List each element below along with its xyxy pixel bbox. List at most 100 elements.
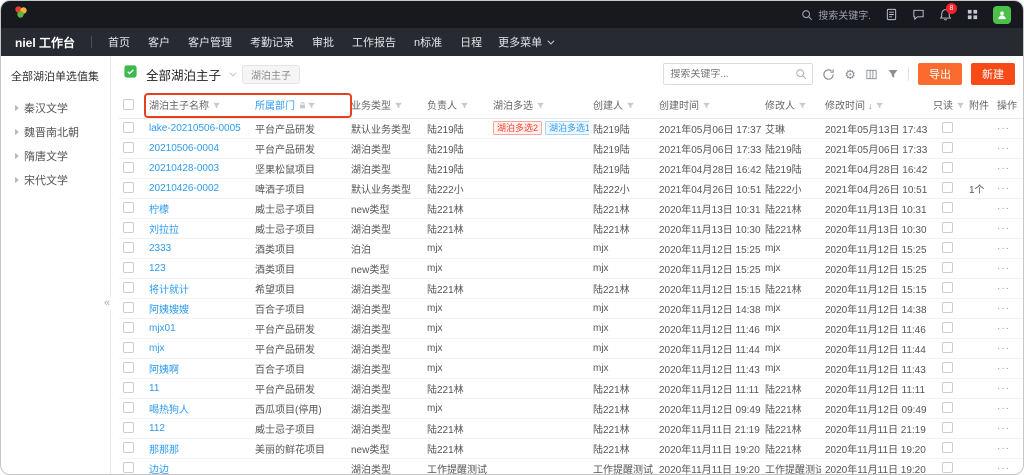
record-link[interactable]: 11 [149,383,159,394]
row-actions-button[interactable]: ··· [997,163,1010,174]
row-checkbox[interactable] [123,442,134,453]
row-actions-button[interactable]: ··· [997,463,1010,474]
nav-item[interactable]: n标准 [414,34,442,50]
user-avatar[interactable] [993,6,1011,24]
record-link[interactable]: 柠檬 [149,205,169,216]
columns-icon[interactable] [865,68,878,81]
export-button[interactable]: 导出 [918,63,962,85]
row-actions-button[interactable]: ··· [997,423,1010,434]
record-link[interactable]: 那那那 [149,445,179,456]
sidebar-item[interactable]: 宋代文学 [11,168,104,192]
row-actions-button[interactable]: ··· [997,283,1010,294]
view-chevron-down-icon[interactable] [229,69,236,76]
list-search-input[interactable] [664,69,795,80]
row-actions-button[interactable]: ··· [997,183,1010,194]
column-header[interactable]: 湖泊主子名称 [145,92,251,118]
readonly-checkbox[interactable] [942,402,953,413]
column-header[interactable]: 修改时间↓ [821,92,929,118]
nav-item[interactable]: 审批 [312,34,334,50]
filter-icon[interactable] [212,101,221,110]
readonly-checkbox[interactable] [942,302,953,313]
record-link[interactable]: 将计就计 [149,285,189,296]
create-button[interactable]: 新建 [971,63,1015,85]
apps-grid-icon[interactable] [966,8,979,21]
view-title[interactable]: 全部湖泊主子 [146,65,221,84]
record-link[interactable]: 20210426-0002 [149,183,219,194]
row-checkbox[interactable] [123,262,134,273]
readonly-checkbox[interactable] [942,142,953,153]
row-actions-button[interactable]: ··· [997,143,1010,154]
record-link[interactable]: 刘拉拉 [149,225,179,236]
nav-item[interactable]: 客户 [148,34,170,50]
readonly-checkbox[interactable] [942,422,953,433]
record-link[interactable]: 喝热狗人 [149,405,189,416]
filter-icon[interactable] [626,101,635,110]
nav-more-menu[interactable]: 更多菜单 [498,34,552,50]
column-header[interactable]: 修改人 [761,92,821,118]
row-checkbox[interactable] [123,142,134,153]
record-link[interactable]: lake-20210506-0005 [149,123,241,134]
row-actions-button[interactable]: ··· [997,203,1010,214]
filter-icon[interactable] [460,101,469,110]
app-logo-icon[interactable] [13,4,29,25]
readonly-checkbox[interactable] [942,162,953,173]
readonly-checkbox[interactable] [942,442,953,453]
readonly-checkbox[interactable] [942,202,953,213]
column-header[interactable]: 湖泊多选 [489,92,589,118]
notifications-button[interactable]: 8 [939,8,952,21]
readonly-checkbox[interactable] [942,342,953,353]
row-checkbox[interactable] [123,122,134,133]
sidebar-item[interactable]: 隋唐文学 [11,144,104,168]
row-actions-button[interactable]: ··· [997,383,1010,394]
column-header[interactable]: 所属部门 [251,92,347,118]
nav-item[interactable]: 考勤记录 [250,34,294,50]
row-checkbox[interactable] [123,162,134,173]
row-actions-button[interactable]: ··· [997,223,1010,234]
sidebar-item[interactable]: 秦汉文学 [11,96,104,120]
filter-icon[interactable] [536,101,545,110]
filter-icon[interactable] [875,101,884,110]
sidebar-item[interactable]: 魏晋南北朝 [11,120,104,144]
record-link[interactable]: 123 [149,263,166,274]
row-checkbox[interactable] [123,342,134,353]
column-header[interactable]: 附件 [965,92,993,118]
row-actions-button[interactable]: ··· [997,323,1010,334]
record-link[interactable]: 边边 [149,465,169,475]
nav-item[interactable]: 日程 [460,34,482,50]
record-link[interactable]: 20210428-0003 [149,163,219,174]
row-actions-button[interactable]: ··· [997,443,1010,454]
record-link[interactable]: mjx [149,343,165,354]
column-header[interactable]: 操作 [993,92,1023,118]
refresh-icon[interactable] [822,68,835,81]
row-checkbox[interactable] [123,382,134,393]
readonly-checkbox[interactable] [942,262,953,273]
nav-item[interactable]: 客户管理 [188,34,232,50]
row-checkbox[interactable] [123,402,134,413]
row-checkbox[interactable] [123,462,134,473]
row-checkbox[interactable] [123,202,134,213]
row-checkbox[interactable] [123,222,134,233]
filter-funnel-icon[interactable] [887,68,899,80]
row-checkbox[interactable] [123,322,134,333]
filter-icon[interactable] [702,101,711,110]
row-actions-button[interactable]: ··· [997,403,1010,414]
notes-icon[interactable] [885,8,898,21]
search-icon[interactable] [795,68,807,80]
readonly-checkbox[interactable] [942,382,953,393]
record-link[interactable]: 112 [149,423,165,434]
readonly-checkbox[interactable] [942,182,953,193]
settings-gear-icon[interactable]: ⚙ [844,68,856,81]
record-link[interactable]: 阿姨嫂嫂 [149,305,189,316]
row-checkbox[interactable] [123,302,134,313]
filter-icon[interactable] [798,101,807,110]
row-actions-button[interactable]: ··· [997,243,1010,254]
row-checkbox[interactable] [123,282,134,293]
row-checkbox[interactable] [123,242,134,253]
record-link[interactable]: 阿姨啊 [149,365,179,376]
readonly-checkbox[interactable] [942,322,953,333]
record-link[interactable]: mjx01 [149,323,176,334]
row-actions-button[interactable]: ··· [997,123,1010,134]
readonly-checkbox[interactable] [942,242,953,253]
global-search[interactable]: 搜索关键字. [801,7,871,22]
row-checkbox[interactable] [123,362,134,373]
